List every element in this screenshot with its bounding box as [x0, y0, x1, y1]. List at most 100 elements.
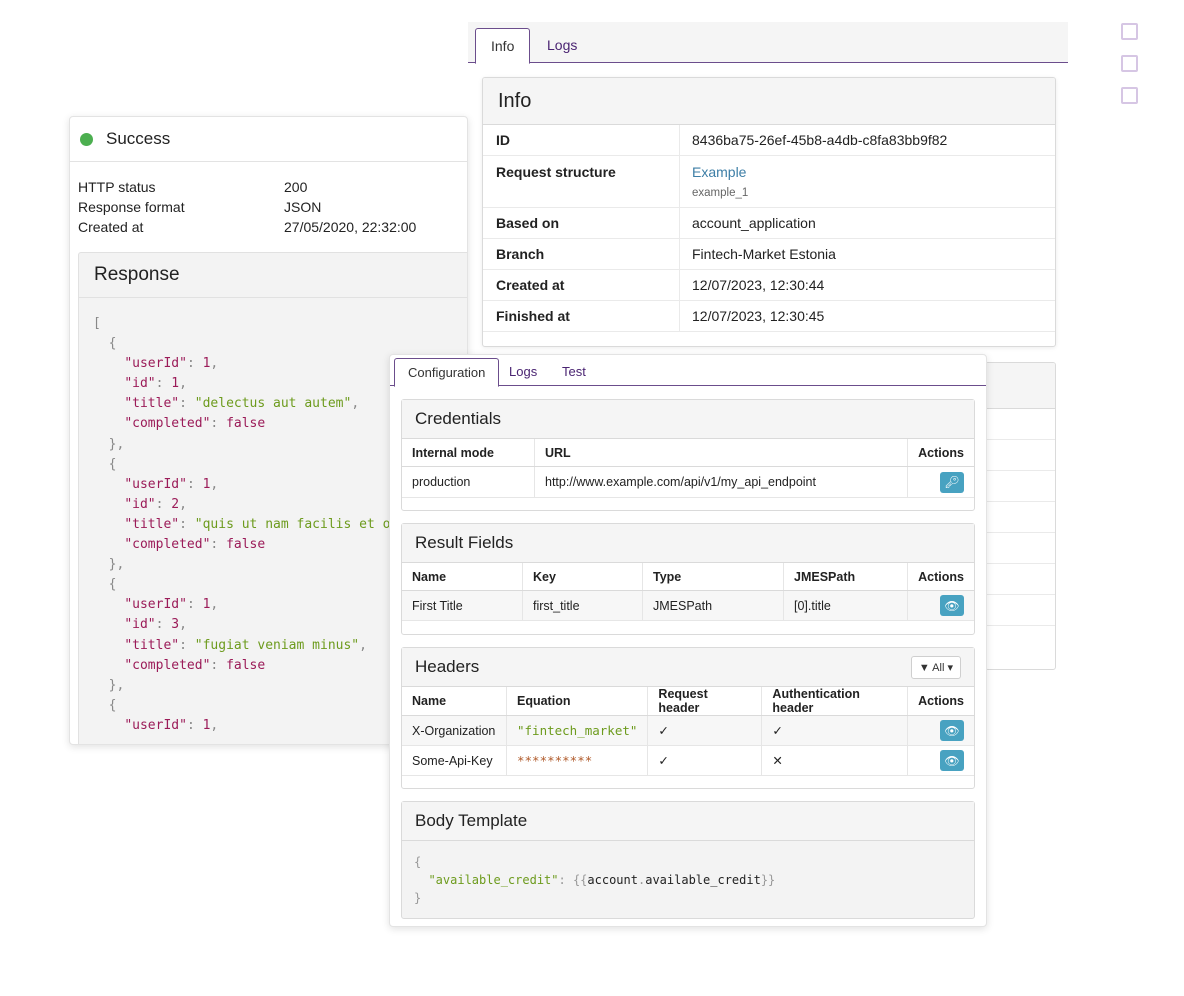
created-at-value: 27/05/2020, 22:32:00 — [284, 219, 417, 235]
body-template-title: Body Template — [402, 802, 974, 841]
template-key: "available_credit" — [428, 873, 559, 887]
table-cell: ✕ — [761, 745, 909, 776]
info-value: 12/07/2023, 12:30:45 — [692, 308, 825, 324]
checkbox-square-3 — [1121, 87, 1138, 104]
column-header: Type — [642, 563, 784, 591]
table-row: production http://www.example.com/api/v1… — [402, 466, 974, 498]
json-value: false — [226, 657, 266, 673]
config-tabs-bar: Configuration Logs Test — [390, 355, 986, 387]
table-cell: ********** — [506, 745, 649, 776]
table-cell: ✓ — [647, 715, 763, 746]
table-cell: ✓ — [647, 745, 763, 776]
column-header: URL — [534, 439, 909, 467]
eye-icon[interactable]: 👁︎ — [940, 750, 964, 771]
column-header: Name — [402, 563, 523, 591]
info-label: Based on — [483, 208, 680, 238]
json-value: 3 — [171, 617, 180, 633]
headers-panel: Headers ▼ All ▾ Name Equation Request he… — [401, 647, 975, 789]
caret-down-icon: ▾ — [947, 661, 953, 674]
headers-table: Name Equation Request header Authenticat… — [402, 687, 974, 776]
http-status-label: HTTP status — [78, 179, 156, 195]
json-value: false — [226, 416, 266, 432]
info-label: Request structure — [483, 156, 680, 207]
credentials-table: Internal mode URL Actions production htt… — [402, 439, 974, 498]
result-fields-panel: Result Fields Name Key Type JMESPath Act… — [401, 523, 975, 635]
checkbox-square-1 — [1121, 23, 1138, 40]
info-row-created-at: Created at 12/07/2023, 12:30:44 — [483, 270, 1055, 301]
body-template-code: { "available_credit": {{account.availabl… — [414, 855, 776, 905]
filter-icon: ▼ — [918, 661, 930, 674]
response-format-value: JSON — [284, 199, 322, 215]
credentials-title: Credentials — [402, 400, 974, 439]
json-value: "delectus aut autem" — [194, 396, 352, 412]
info-label: Created at — [483, 270, 680, 300]
info-value: 8436ba75-26ef-45b8-a4db-c8fa83bb9f82 — [692, 132, 948, 148]
table-row: X-Organization "fintech_market" ✓ ✓ 👁︎ — [402, 715, 974, 746]
table-row: Some-Api-Key ********** ✓ ✕ 👁︎ — [402, 745, 974, 776]
request-structure-sub: example_1 — [692, 187, 749, 199]
column-header: Request header — [647, 687, 763, 716]
headers-panel-header: Headers ▼ All ▾ — [402, 648, 974, 687]
body-template-panel: Body Template { "available_credit": {{ac… — [401, 801, 975, 919]
tab-configuration[interactable]: Configuration — [394, 358, 500, 387]
background-panel — [985, 362, 1056, 670]
template-field: available_credit — [645, 873, 761, 887]
tab-logs[interactable]: Logs — [532, 28, 592, 62]
table-cell: first_title — [522, 590, 643, 621]
json-value: "fugiat veniam minus" — [194, 637, 360, 653]
info-row-branch: Branch Fintech-Market Estonia — [483, 239, 1055, 270]
column-header: Name — [402, 687, 507, 716]
column-header: Actions — [907, 563, 974, 591]
info-row-finished-at: Finished at 12/07/2023, 12:30:45 — [483, 301, 1055, 332]
success-title: Success — [106, 129, 171, 148]
column-header: Internal mode — [402, 439, 535, 467]
info-label: ID — [483, 125, 680, 155]
table-cell: Some-Api-Key — [402, 745, 507, 776]
table-cell: production — [402, 466, 535, 498]
info-title: Info — [483, 78, 1055, 125]
table-cell: First Title — [402, 590, 523, 621]
json-value: false — [226, 537, 266, 553]
info-row-id: ID 8436ba75-26ef-45b8-a4db-c8fa83bb9f82 — [483, 125, 1055, 156]
request-structure-link[interactable]: Example — [692, 164, 748, 180]
success-header: Success — [70, 117, 467, 162]
json-value: "quis ut nam facilis et offic — [194, 516, 422, 532]
table-cell: ✓ — [761, 715, 909, 746]
json-value: 1 — [171, 376, 180, 392]
tab-test[interactable]: Test — [549, 358, 599, 385]
column-header: Actions — [907, 687, 974, 716]
configuration-card: Configuration Logs Test Credentials Inte… — [389, 354, 987, 927]
created-at-label: Created at — [78, 219, 144, 235]
tab-logs[interactable]: Logs — [496, 358, 550, 385]
headers-title: Headers — [415, 657, 480, 676]
info-tabs-bar: Info Logs — [468, 22, 1068, 64]
info-label: Finished at — [483, 301, 680, 331]
http-status-value: 200 — [284, 179, 308, 195]
column-header: JMESPath — [783, 563, 909, 591]
column-header: Authentication header — [761, 687, 909, 716]
info-value: 12/07/2023, 12:30:44 — [692, 277, 825, 293]
info-value: account_application — [692, 215, 816, 231]
table-cell: X-Organization — [402, 715, 507, 746]
filter-dropdown[interactable]: ▼ All ▾ — [910, 655, 961, 679]
table-cell: JMESPath — [642, 590, 784, 621]
key-icon[interactable]: 🔑︎ — [940, 471, 964, 493]
eye-icon[interactable]: 👁︎ — [940, 595, 964, 616]
info-value: Fintech-Market Estonia — [692, 246, 836, 262]
info-row-based-on: Based on account_application — [483, 208, 1055, 239]
json-value: 2 — [171, 496, 180, 512]
credentials-panel: Credentials Internal mode URL Actions pr… — [401, 399, 975, 511]
eye-icon[interactable]: 👁︎ — [940, 720, 964, 741]
table-cell: "fintech_market" — [506, 715, 649, 746]
column-header: Equation — [506, 687, 649, 716]
tab-info[interactable]: Info — [475, 28, 531, 64]
checkbox-square-2 — [1121, 55, 1138, 72]
info-label: Branch — [483, 239, 680, 269]
filter-label: All — [932, 661, 945, 674]
result-fields-table: Name Key Type JMESPath Actions First Tit… — [402, 563, 974, 621]
info-row-request-structure: Request structure Example example_1 — [483, 156, 1055, 208]
status-dot-icon — [80, 132, 93, 146]
template-object: account — [587, 873, 638, 887]
response-format-label: Response format — [78, 199, 185, 215]
table-cell: http://www.example.com/api/v1/my_api_end… — [534, 466, 909, 498]
